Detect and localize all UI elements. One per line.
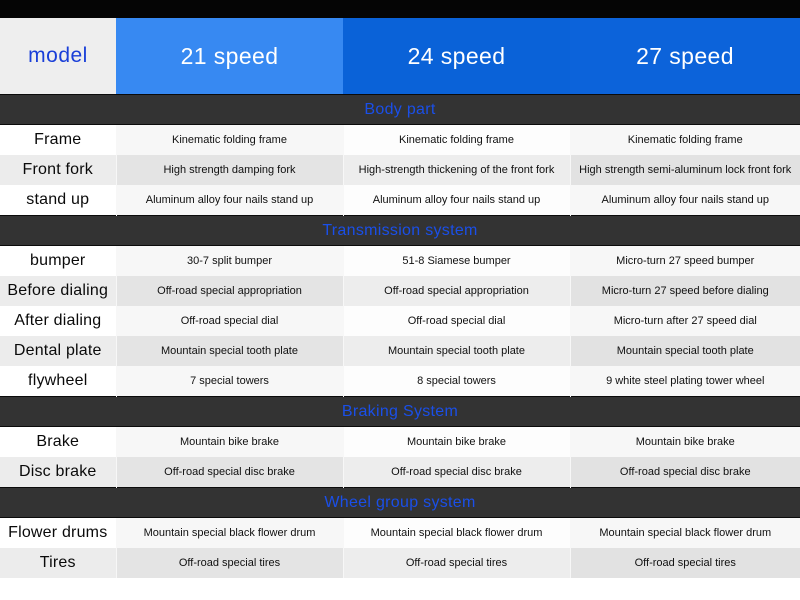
row-value-col1: Off-road special tires	[116, 548, 343, 578]
row-label: Dental plate	[0, 336, 116, 366]
header-column-3: 27 speed	[570, 18, 800, 95]
row-value-col1: 30-7 split bumper	[116, 245, 343, 276]
row-value-col1: Mountain bike brake	[116, 426, 343, 457]
row-value-col1: Off-road special appropriation	[116, 276, 343, 306]
row-value-col1: Mountain special black flower drum	[116, 517, 343, 548]
row-value-col2: Off-road special dial	[343, 306, 570, 336]
section-header-row: Body part	[0, 94, 800, 125]
row-value-col3: Micro-turn after 27 speed dial	[570, 306, 800, 336]
row-value-col3: Mountain special tooth plate	[570, 336, 800, 366]
table-row: flywheel 7 special towers 8 special towers…	[0, 366, 800, 397]
table-row: Flower drums Mountain special black flowe…	[0, 517, 800, 548]
row-value-col1: Kinematic folding frame	[116, 124, 343, 155]
row-value-col3: 9 white steel plating tower wheel	[570, 366, 800, 397]
row-label: flywheel	[0, 366, 116, 397]
section-title: Braking System	[0, 396, 800, 427]
row-label: After dialing	[0, 306, 116, 336]
row-label: Flower drums	[0, 517, 116, 548]
row-value-col3: Off-road special disc brake	[570, 457, 800, 488]
table-row: Dental plate Mountain special tooth plate…	[0, 336, 800, 366]
section-header-row: Wheel group system	[0, 487, 800, 518]
row-label: Brake	[0, 426, 116, 457]
row-value-col3: Mountain bike brake	[570, 426, 800, 457]
row-value-col2: Kinematic folding frame	[343, 124, 570, 155]
table-row: Tires Off-road special tires Off-road spec…	[0, 548, 800, 578]
row-value-col2: Mountain bike brake	[343, 426, 570, 457]
row-value-col2: Mountain special black flower drum	[343, 517, 570, 548]
header-column-2: 24 speed	[343, 18, 570, 95]
section-title: Transmission system	[0, 215, 800, 246]
section-title: Body part	[0, 94, 800, 125]
row-label: Before dialing	[0, 276, 116, 306]
row-value-col1: Mountain special tooth plate	[116, 336, 343, 366]
row-value-col2: Aluminum alloy four nails stand up	[343, 185, 570, 216]
row-value-col3: Micro-turn 27 speed before dialing	[570, 276, 800, 306]
row-value-col2: 8 special towers	[343, 366, 570, 397]
row-value-col3: Kinematic folding frame	[570, 124, 800, 155]
table-row: After dialing Off-road special dial Off-ro…	[0, 306, 800, 336]
row-label: Frame	[0, 124, 116, 155]
table-row: Before dialing Off-road special appropria…	[0, 276, 800, 306]
specification-comparison-table: model 21 speed 24 speed 27 speed Body part Fr…	[0, 18, 800, 578]
row-label: bumper	[0, 245, 116, 276]
row-label: Tires	[0, 548, 116, 578]
row-label: stand up	[0, 185, 116, 216]
row-value-col1: High strength damping fork	[116, 155, 343, 185]
header-column-1: 21 speed	[116, 18, 343, 95]
row-value-col1: Off-road special dial	[116, 306, 343, 336]
table-row: Brake Mountain bike brake Mountain bike br…	[0, 426, 800, 457]
section-header-row: Transmission system	[0, 215, 800, 246]
row-label: Disc brake	[0, 457, 116, 488]
top-black-bar	[0, 0, 800, 18]
table-row: stand up Aluminum alloy four nails stand …	[0, 185, 800, 216]
table-row: bumper 30-7 split bumper 51-8 Siamese bump…	[0, 245, 800, 276]
row-value-col2: 51-8 Siamese bumper	[343, 245, 570, 276]
row-label: Front fork	[0, 155, 116, 185]
spec-comparison-page: model 21 speed 24 speed 27 speed Body part Fr…	[0, 0, 800, 600]
section-header-row: Braking System	[0, 396, 800, 427]
table-row: Front fork High strength damping fork High…	[0, 155, 800, 185]
table-row: Disc brake Off-road special disc brake Off…	[0, 457, 800, 488]
table-header-row: model 21 speed 24 speed 27 speed	[0, 18, 800, 95]
header-model-cell: model	[0, 18, 116, 95]
row-value-col1: Aluminum alloy four nails stand up	[116, 185, 343, 216]
row-value-col3: Aluminum alloy four nails stand up	[570, 185, 800, 216]
section-title: Wheel group system	[0, 487, 800, 518]
row-value-col3: High strength semi-aluminum lock front f…	[570, 155, 800, 185]
row-value-col3: Micro-turn 27 speed bumper	[570, 245, 800, 276]
row-value-col1: Off-road special disc brake	[116, 457, 343, 488]
table-row: Frame Kinematic folding frame Kinematic fo…	[0, 124, 800, 155]
row-value-col1: 7 special towers	[116, 366, 343, 397]
row-value-col2: Off-road special disc brake	[343, 457, 570, 488]
row-value-col2: Mountain special tooth plate	[343, 336, 570, 366]
row-value-col2: Off-road special appropriation	[343, 276, 570, 306]
row-value-col3: Mountain special black flower drum	[570, 517, 800, 548]
row-value-col2: High-strength thickening of the front fo…	[343, 155, 570, 185]
row-value-col2: Off-road special tires	[343, 548, 570, 578]
row-value-col3: Off-road special tires	[570, 548, 800, 578]
